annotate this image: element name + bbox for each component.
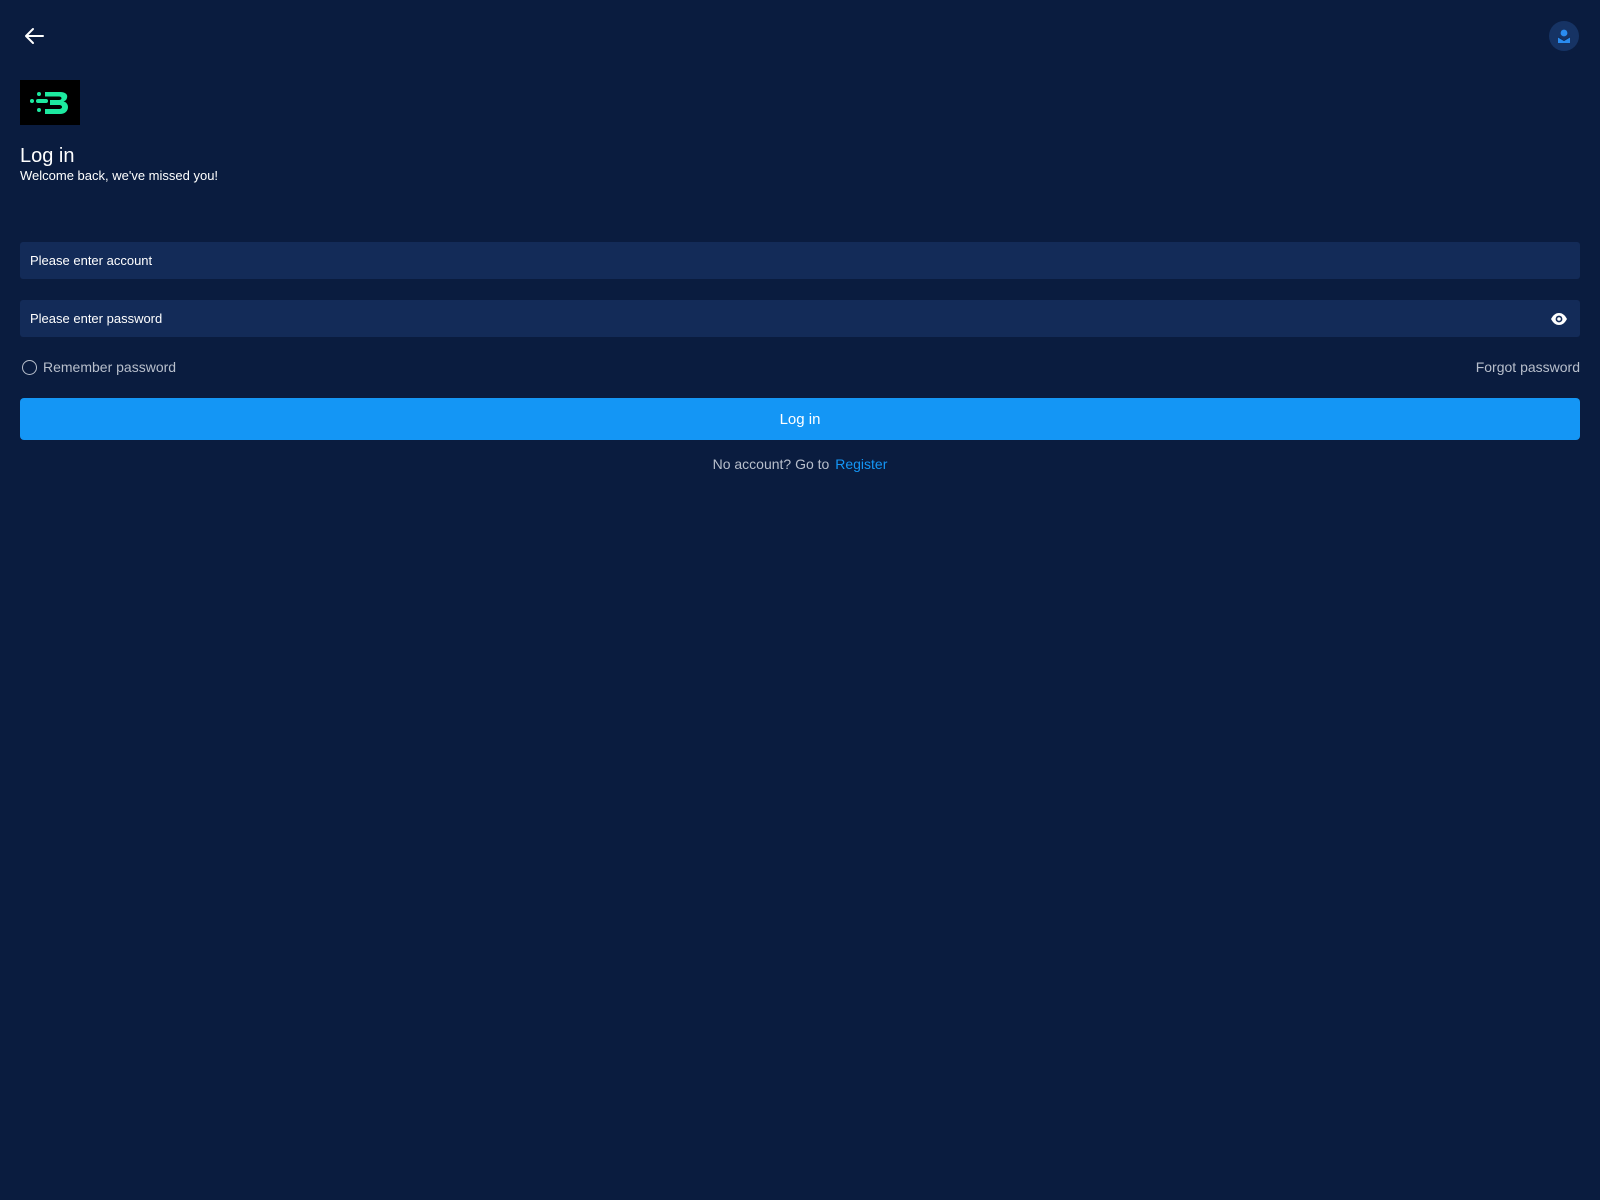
no-account-text: No account? Go to bbox=[712, 456, 830, 472]
remember-password-label: Remember password bbox=[43, 359, 177, 375]
register-link[interactable]: Register bbox=[835, 456, 887, 472]
remember-password-option[interactable]: Remember password bbox=[22, 359, 176, 375]
password-field bbox=[20, 300, 1580, 337]
remember-password-radio[interactable] bbox=[22, 359, 37, 375]
page-title: Log in bbox=[20, 145, 75, 167]
forgot-password-link[interactable]: Forgot password bbox=[1476, 359, 1580, 375]
support-button[interactable] bbox=[1549, 21, 1579, 51]
speed-b-logo bbox=[30, 91, 68, 114]
register-prompt: No account? Go to Register bbox=[0, 456, 1600, 472]
password-visibility-toggle[interactable] bbox=[1548, 308, 1570, 330]
account-input[interactable] bbox=[30, 253, 1570, 268]
back-button[interactable] bbox=[20, 22, 48, 50]
arrow-left-icon bbox=[25, 28, 44, 44]
login-button[interactable]: Log in bbox=[20, 398, 1580, 440]
eye-icon bbox=[1551, 312, 1567, 325]
brand-logo bbox=[20, 80, 80, 125]
password-input[interactable] bbox=[30, 311, 1548, 326]
account-field bbox=[20, 242, 1580, 279]
page-subtitle: Welcome back, we've missed you! bbox=[20, 168, 219, 183]
support-agent-icon bbox=[1557, 29, 1571, 43]
